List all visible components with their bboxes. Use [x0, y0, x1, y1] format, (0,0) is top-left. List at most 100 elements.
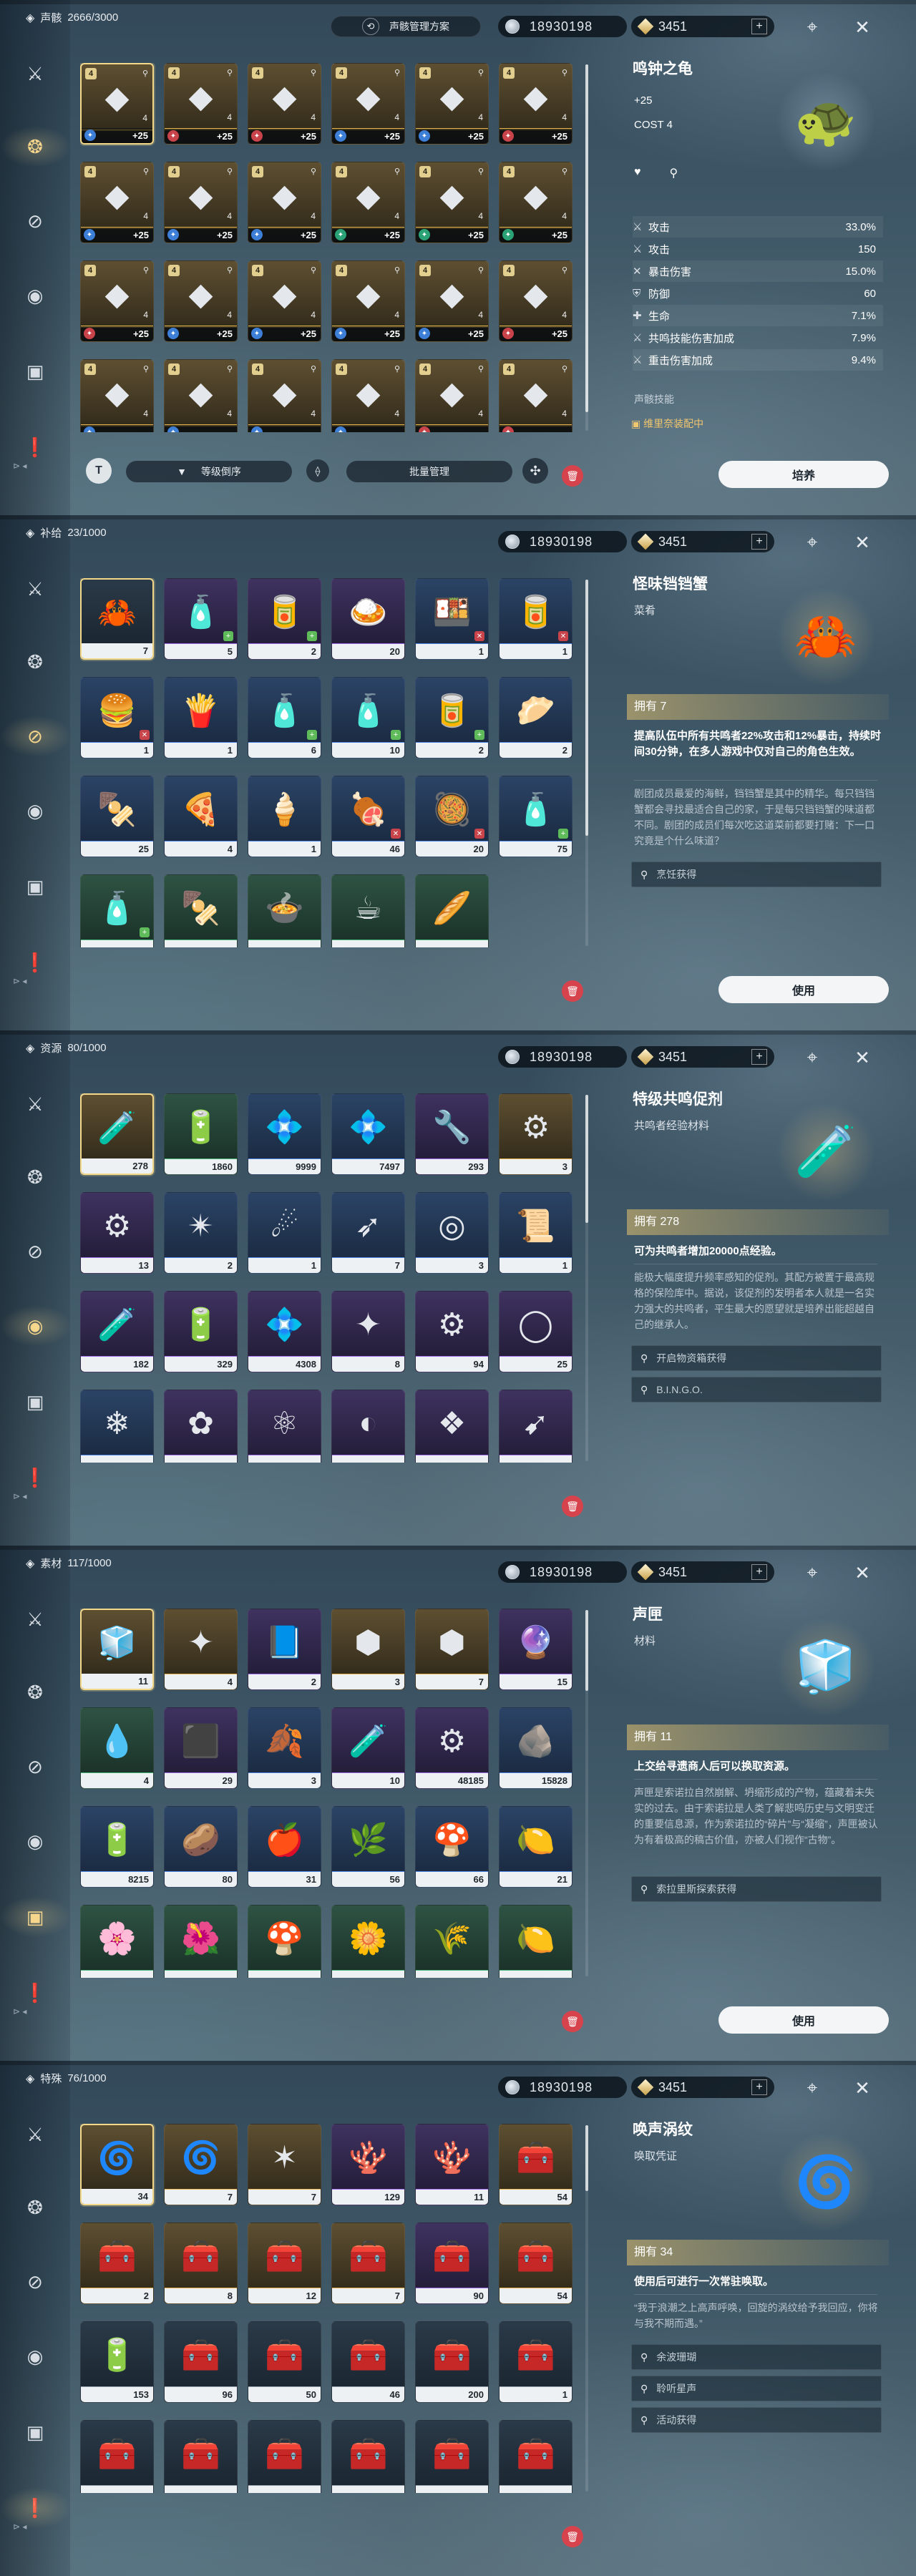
astrite-add-button[interactable]: +: [751, 534, 767, 550]
grid-tile[interactable]: ◆ 4 ⚲ 4 +25 ✦: [331, 162, 405, 243]
grid-tile[interactable]: 🥟 2: [499, 677, 572, 758]
grid-tile[interactable]: ◆ 4 ⚲ 4 +25 ✦: [164, 63, 238, 145]
target-icon[interactable]: ⌖: [800, 1561, 824, 1584]
grid-tile[interactable]: ◆ 4 ⚲ 4 +25 ✦: [80, 63, 154, 145]
sort-order-button[interactable]: ▼ 等级倒序: [126, 461, 292, 482]
grid-tile[interactable]: ◆ 4 ⚲ 4 +25 ✦: [80, 162, 154, 243]
grid-tile[interactable]: 🧰 54: [499, 2124, 572, 2205]
resource-gear-icon[interactable]: ◉: [0, 1305, 72, 1347]
grid-tile[interactable]: 🧰: [415, 2420, 489, 2493]
grid-tile[interactable]: 🥫 2 +: [248, 578, 321, 660]
crossed-swords-icon[interactable]: ⚔: [21, 2121, 49, 2148]
grid-tile[interactable]: 🍔 1 ✕: [80, 677, 154, 758]
grid-tile[interactable]: 🍋: [499, 1905, 572, 1978]
echo-mask-icon[interactable]: ❂: [21, 1163, 49, 1191]
grid-tile[interactable]: 🧰 200: [415, 2321, 489, 2403]
grid-tile[interactable]: ✶ 7: [248, 2124, 321, 2205]
astrite-add-button[interactable]: +: [751, 1564, 767, 1580]
scrollbar-thumb[interactable]: [585, 1610, 588, 1691]
grid-tile[interactable]: 🔧 293: [415, 1093, 489, 1175]
material-box-icon[interactable]: ▣: [0, 1896, 72, 1938]
special-tag-icon[interactable]: ❗: [21, 1979, 49, 2006]
grid-tile[interactable]: ◆ 4 ⚲ 4 ✦: [499, 359, 572, 432]
grid-tile[interactable]: 🔮 15: [499, 1609, 572, 1690]
grid-scrollbar[interactable]: [585, 1610, 588, 1976]
grid-scrollbar[interactable]: [585, 64, 588, 431]
grid-tile[interactable]: 🌼: [331, 1905, 405, 1978]
grid-tile[interactable]: 🔋 1860: [164, 1093, 238, 1175]
crossed-swords-icon[interactable]: ⚔: [21, 1606, 49, 1633]
grid-tile[interactable]: 🧰 1: [499, 2321, 572, 2403]
grid-tile[interactable]: 📜 1: [499, 1192, 572, 1274]
echo-plan-button[interactable]: ⟲ 声骸管理方案: [331, 16, 481, 37]
supply-capsule-icon[interactable]: ⊘: [0, 716, 72, 757]
scrollbar-thumb[interactable]: [585, 2125, 588, 2192]
grid-tile[interactable]: ◆ 4 ⚲ 4 +25 ✦: [248, 162, 321, 243]
supply-capsule-icon[interactable]: ⊘: [21, 2268, 49, 2296]
echo-mask-icon[interactable]: ❂: [21, 1679, 49, 1706]
material-box-icon[interactable]: ▣: [21, 358, 49, 385]
grid-tile[interactable]: 🍂 3: [248, 1707, 321, 1789]
echo-mask-icon[interactable]: ❂: [21, 2194, 49, 2221]
resource-gear-icon[interactable]: ◉: [21, 1828, 49, 1855]
grid-tile[interactable]: 🍄: [248, 1905, 321, 1978]
grid-tile[interactable]: 🍋 21: [499, 1806, 572, 1888]
grid-tile[interactable]: 🌸: [80, 1905, 154, 1978]
grid-tile[interactable]: 🧴 6 +: [248, 677, 321, 758]
grid-tile[interactable]: ◆ 4 ⚲ 4 ✦: [415, 359, 489, 432]
special-tag-icon[interactable]: ❗: [21, 949, 49, 976]
grid-tile[interactable]: ✿: [164, 1390, 238, 1463]
grid-tile[interactable]: 🍢 25: [80, 776, 154, 857]
grid-tile[interactable]: 🍱 1 ✕: [415, 578, 489, 660]
grid-tile[interactable]: 🧪 278: [80, 1093, 154, 1175]
grid-tile[interactable]: 💧 4: [80, 1707, 154, 1789]
grid-tile[interactable]: 🥖: [415, 874, 489, 947]
primary-action-button[interactable]: 使用: [718, 976, 889, 1003]
discard-button[interactable]: 🗑: [562, 1496, 583, 1517]
grid-tile[interactable]: 🧰 90: [415, 2223, 489, 2304]
grid-tile[interactable]: ⬢ 3: [331, 1609, 405, 1690]
special-tag-icon[interactable]: ❗: [21, 434, 49, 461]
grid-tile[interactable]: 🧰 7: [331, 2223, 405, 2304]
grid-tile[interactable]: 🧰: [164, 2420, 238, 2493]
resource-gear-icon[interactable]: ◉: [21, 797, 49, 824]
grid-tile[interactable]: ☄ 1: [248, 1192, 321, 1274]
grid-tile[interactable]: 🧪 10: [331, 1707, 405, 1789]
grid-tile[interactable]: 🪸 11: [415, 2124, 489, 2205]
supply-capsule-icon[interactable]: ⊘: [21, 1238, 49, 1265]
grid-tile[interactable]: ❖: [415, 1390, 489, 1463]
batch-toggle-icon[interactable]: ⟠: [306, 459, 329, 482]
grid-tile[interactable]: ◆ 4 ⚲ 4 +25 ✦: [80, 260, 154, 342]
discard-button[interactable]: 🗑: [562, 2011, 583, 2032]
filter-icon[interactable]: ✣: [522, 458, 548, 484]
grid-tile[interactable]: 🧴 75 +: [499, 776, 572, 857]
grid-tile[interactable]: ✦ 8: [331, 1291, 405, 1372]
grid-tile[interactable]: ⚙ 48185: [415, 1707, 489, 1789]
grid-tile[interactable]: 🌀 34: [80, 2124, 154, 2205]
grid-tile[interactable]: 💠 9999: [248, 1093, 321, 1175]
grid-tile[interactable]: ✦ 4: [164, 1609, 238, 1690]
echo-mask-icon[interactable]: ❂: [0, 126, 72, 167]
close-icon[interactable]: ✕: [850, 531, 874, 554]
grid-tile[interactable]: ➶ 7: [331, 1192, 405, 1274]
grid-tile[interactable]: 🧰 46: [331, 2321, 405, 2403]
close-icon[interactable]: ✕: [850, 16, 874, 39]
source-entry[interactable]: ⚲ 聆听星声: [631, 2376, 882, 2401]
resource-gear-icon[interactable]: ◉: [21, 2343, 49, 2370]
close-icon[interactable]: ✕: [850, 2077, 874, 2099]
grid-tile[interactable]: ◆ 4 ⚲ 4 ✦: [164, 359, 238, 432]
grid-tile[interactable]: 🍢: [164, 874, 238, 947]
scrollbar-thumb[interactable]: [585, 64, 588, 413]
astrite-add-button[interactable]: +: [751, 19, 767, 34]
grid-tile[interactable]: ⬢ 7: [415, 1609, 489, 1690]
discard-button[interactable]: 🗑: [562, 465, 583, 487]
target-icon[interactable]: ⌖: [800, 531, 824, 554]
grid-tile[interactable]: 💠 7497: [331, 1093, 405, 1175]
back-arrow-icon[interactable]: ⊳ ◂: [13, 976, 56, 990]
astrite-add-button[interactable]: +: [751, 1049, 767, 1065]
grid-scrollbar[interactable]: [585, 580, 588, 946]
crossed-swords-icon[interactable]: ⚔: [21, 60, 49, 87]
resource-gear-icon[interactable]: ◉: [21, 282, 49, 309]
target-icon[interactable]: ⌖: [800, 1046, 824, 1069]
grid-tile[interactable]: 🌿 56: [331, 1806, 405, 1888]
